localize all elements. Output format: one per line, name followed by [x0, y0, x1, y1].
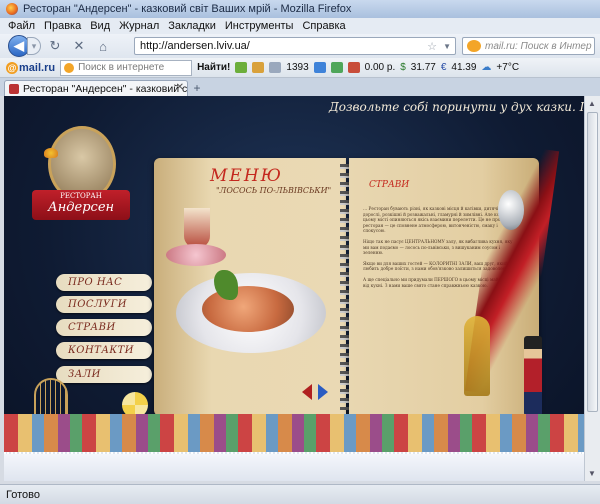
pencil-icon[interactable] [252, 62, 265, 73]
logo-name: Андерсен [47, 200, 115, 215]
nutcracker-image [524, 336, 542, 416]
close-tab-icon[interactable]: ✕ [176, 82, 184, 93]
chevron-down-icon: ▾ [31, 40, 37, 51]
nav-dishes[interactable]: СТРАВИ [56, 319, 152, 336]
status-bar: Готово [0, 484, 600, 504]
euro-icon: € [440, 62, 447, 73]
prev-arrow-icon[interactable] [302, 384, 312, 400]
eur-rate[interactable]: 41.39 [451, 62, 476, 73]
search-placeholder: mail.ru: Поиск в Интер [485, 40, 592, 52]
scroll-down-icon[interactable]: ▼ [588, 469, 596, 478]
back-arrow-icon: ◀ [14, 38, 24, 53]
home-button[interactable]: ⌂ [93, 36, 113, 56]
reload-button[interactable]: ↻ [45, 36, 65, 56]
spoon-image [498, 190, 524, 230]
tab-strip: Ресторан "Андерсен" - казковий св... ✕ + [0, 78, 600, 96]
toolbar-search-input[interactable]: Поиск в интернете [60, 59, 193, 76]
firefox-icon [6, 3, 18, 15]
menu-bookmarks[interactable]: Закладки [168, 20, 216, 32]
highlight-icon[interactable] [235, 62, 248, 73]
scrollbar-thumb[interactable] [587, 112, 598, 412]
weather-temp[interactable]: +7°C [496, 62, 519, 73]
search-icon [64, 62, 75, 73]
chevron-down-icon[interactable]: ▼ [443, 42, 451, 51]
web-page: Дозвольте собі поринути у дух казки. І к… [4, 96, 584, 481]
history-dropdown-button[interactable]: ▾ [27, 37, 41, 55]
window-title: Ресторан "Андерсен" - казковий світ Ваши… [23, 3, 352, 15]
menu-tools[interactable]: Инструменты [225, 20, 294, 32]
search-engine-icon[interactable] [467, 40, 481, 52]
find-button[interactable]: Найти! [197, 62, 230, 73]
logo-ribbon: РЕСТОРАН Андерсен [32, 190, 130, 220]
restaurant-logo[interactable]: РЕСТОРАН Андерсен [32, 126, 130, 236]
vertical-scrollbar[interactable]: ▲ ▼ [584, 96, 600, 481]
tab-label: Ресторан "Андерсен" - казковий св... [23, 82, 188, 95]
menu-title: МЕНЮ [210, 166, 283, 186]
mailru-logo[interactable]: @ mail.ru [6, 61, 55, 74]
weather-icon: ☁ [481, 62, 492, 73]
url-text: http://andersen.lviv.ua/ [140, 40, 250, 52]
usd-icon: $ [400, 62, 406, 73]
money-icon[interactable] [347, 62, 360, 73]
menu-history[interactable]: Журнал [119, 20, 159, 32]
nav-services[interactable]: ПОСЛУГИ [56, 296, 152, 313]
new-tab-button[interactable]: + [190, 81, 204, 95]
stop-button[interactable]: ✕ [69, 36, 89, 56]
menu-edit[interactable]: Правка [44, 20, 81, 32]
usd-rate[interactable]: 31.77 [411, 62, 436, 73]
mail-count[interactable]: 1393 [286, 62, 308, 73]
snow-footer [4, 452, 584, 481]
logo-small-text: РЕСТОРАН [60, 192, 102, 200]
menu-help[interactable]: Справка [302, 20, 345, 32]
nav-contacts[interactable]: КОНТАКТИ [56, 342, 152, 359]
mail-icon[interactable] [269, 62, 282, 73]
money-balance[interactable]: 0.00 р. [365, 62, 396, 73]
book-left-page: МЕНЮ "ЛОСОСЬ ПО-ЛЬВІВСЬКИ" [154, 158, 346, 416]
navigation-bar: ◀ ▾ ↻ ✕ ⌂ http://andersen.lviv.ua/ ☆ ▼ m… [0, 34, 600, 58]
title-bar: Ресторан "Андерсен" - казковий світ Ваши… [0, 0, 600, 18]
home-icon: ⌂ [99, 38, 107, 54]
rss-icon[interactable] [330, 62, 343, 73]
butterfly-icon [44, 148, 58, 158]
at-icon: @ [6, 61, 18, 74]
scroll-up-icon[interactable]: ▲ [588, 99, 596, 108]
next-arrow-icon[interactable] [318, 384, 328, 400]
address-bar[interactable]: http://andersen.lviv.ua/ ☆ ▼ [134, 37, 456, 55]
menu-view[interactable]: Вид [90, 20, 110, 32]
bookmark-star-icon[interactable]: ☆ [427, 40, 437, 53]
birdcage-image [34, 378, 68, 416]
chat-icon[interactable] [313, 62, 326, 73]
tab-andersen[interactable]: Ресторан "Андерсен" - казковий св... ✕ [4, 80, 188, 96]
key-decoration-image [464, 316, 490, 396]
salmon-image [202, 286, 294, 332]
mailru-toolbar: @ mail.ru Поиск в интернете Найти! 1393 0… [0, 58, 600, 78]
close-icon: ✕ [73, 38, 85, 53]
reload-icon: ↻ [49, 38, 61, 53]
browser-window: Ресторан "Андерсен" - казковий світ Ваши… [0, 0, 600, 504]
slogan: Дозвольте собі поринути у дух казки. І к… [329, 100, 584, 114]
dish-name: "ЛОСОСЬ ПО-ЛЬВІВСЬКИ" [216, 186, 332, 195]
site-favicon [9, 83, 19, 94]
section-title: СТРАВИ [369, 180, 410, 190]
flowers-image [166, 244, 226, 266]
nav-halls[interactable]: ЗАЛИ [56, 366, 152, 383]
nav-about[interactable]: ПРО НАС [56, 274, 152, 291]
search-input[interactable]: mail.ru: Поиск в Интер [462, 37, 595, 55]
status-text: Готово [6, 488, 40, 501]
menu-file[interactable]: Файл [8, 20, 35, 32]
menu-bar: Файл Правка Вид Журнал Закладки Инструме… [0, 18, 600, 34]
wine-glass-image [184, 208, 210, 248]
